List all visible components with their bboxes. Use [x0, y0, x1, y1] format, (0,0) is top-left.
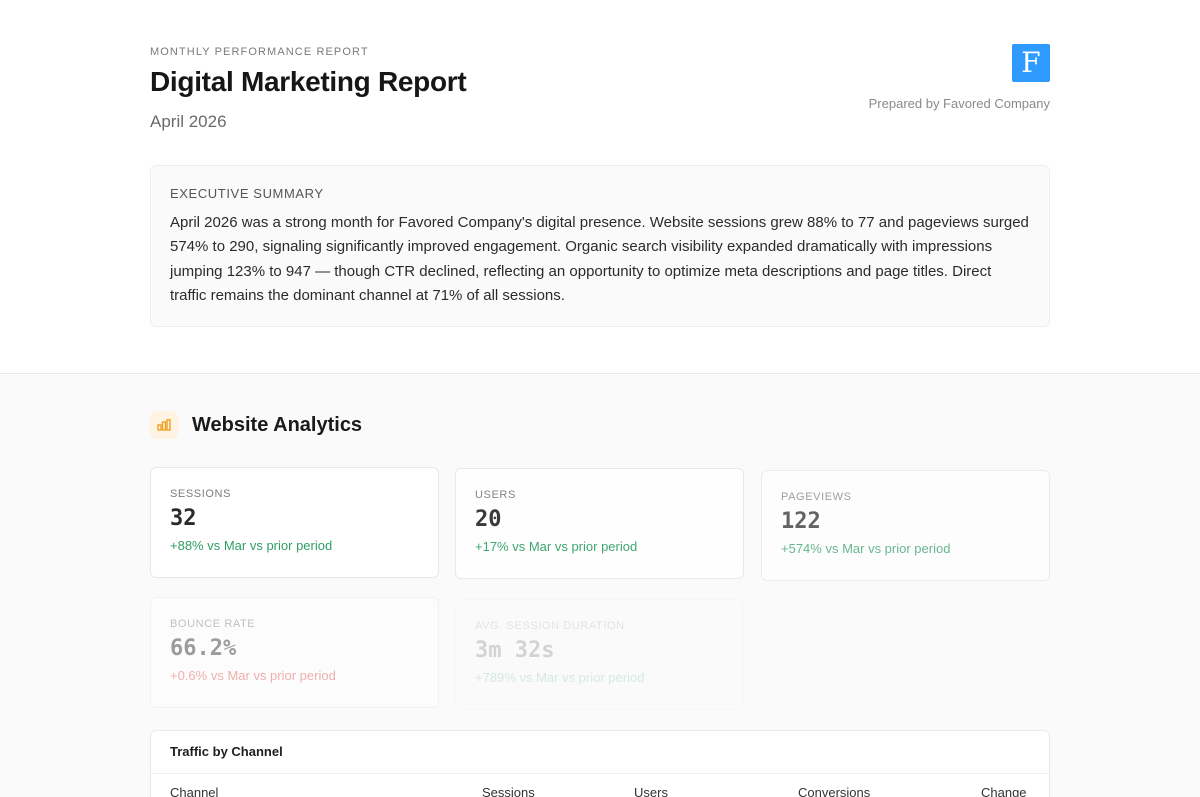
table-title: Traffic by Channel [170, 744, 283, 759]
bar-chart-icon [150, 411, 178, 439]
page-title: Digital Marketing Report [150, 66, 467, 97]
metric-label: AVG. SESSION DURATION [475, 620, 625, 632]
metric-label: USERS [475, 489, 516, 501]
metric-label: PAGEVIEWS [781, 491, 852, 503]
section-title: Website Analytics [192, 413, 363, 436]
summary-label: EXECUTIVE SUMMARY [170, 186, 324, 201]
metric-change: +17% vs Mar vs prior period [475, 539, 638, 554]
metric-change: +0.6% vs Mar vs prior period [170, 668, 336, 683]
column-header-change[interactable]: Change [981, 785, 1027, 797]
logo-letter: F [1021, 46, 1041, 79]
section-header: Website Analytics [150, 411, 362, 439]
metric-value: 20 [475, 507, 502, 532]
company-logo: F [1012, 44, 1050, 82]
metric-label: BOUNCE RATE [170, 618, 256, 630]
column-header-conversions[interactable]: Conversions [798, 785, 870, 797]
metric-value: 32 [170, 506, 197, 531]
metric-value: 3m 32s [475, 638, 555, 663]
prepared-by: Prepared by Favored Company [868, 96, 1050, 111]
metric-card-bounce-rate: BOUNCE RATE 66.2% +0.6% vs Mar vs prior … [150, 597, 439, 708]
report-kicker: MONTHLY PERFORMANCE REPORT [150, 46, 369, 58]
metric-card-users: USERS 20 +17% vs Mar vs prior period [455, 468, 744, 579]
executive-summary: EXECUTIVE SUMMARY April 2026 was a stron… [150, 165, 1050, 327]
column-header-channel[interactable]: Channel [170, 785, 218, 797]
metric-label: SESSIONS [170, 488, 232, 500]
metric-card-pageviews: PAGEVIEWS 122 +574% vs Mar vs prior peri… [761, 470, 1050, 581]
metric-change: +789% vs Mar vs prior period [475, 670, 645, 685]
column-header-sessions[interactable]: Sessions [482, 785, 535, 797]
metric-value: 66.2% [170, 636, 237, 661]
divider [151, 773, 1049, 774]
metric-change: +574% vs Mar vs prior period [781, 541, 951, 556]
summary-text: April 2026 was a strong month for Favore… [170, 214, 1029, 305]
column-header-users[interactable]: Users [634, 785, 668, 797]
report-header: MONTHLY PERFORMANCE REPORT Digital Marke… [0, 0, 1200, 374]
traffic-by-channel-table: Traffic by Channel Channel Sessions User… [150, 730, 1050, 797]
metric-card-avg-session-duration: AVG. SESSION DURATION 3m 32s +789% vs Ma… [455, 599, 744, 710]
metric-change: +88% vs Mar vs prior period [170, 538, 333, 553]
metric-value: 122 [781, 509, 821, 534]
website-analytics-section: Website Analytics SESSIONS 32 +88% vs Ma… [0, 375, 1200, 797]
metric-card-sessions: SESSIONS 32 +88% vs Mar vs prior period [150, 467, 439, 578]
report-period: April 2026 [150, 112, 227, 131]
